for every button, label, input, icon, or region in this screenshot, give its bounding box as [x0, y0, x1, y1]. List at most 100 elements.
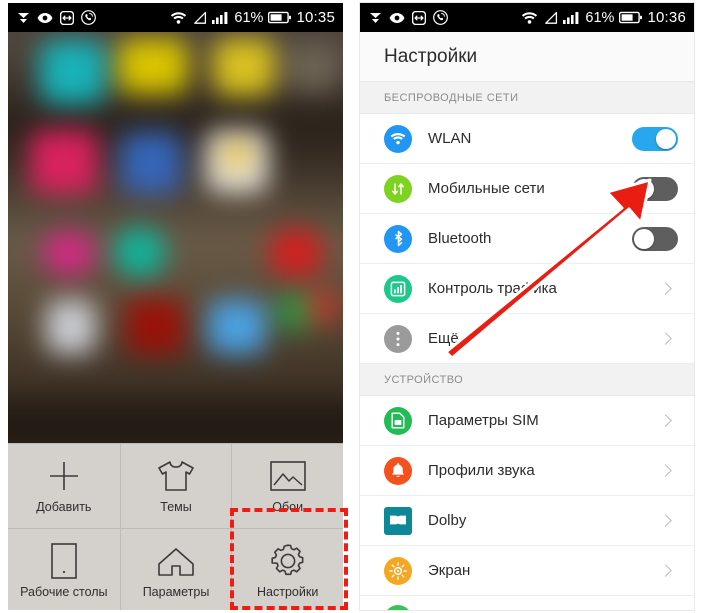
- data-transfer-icon: [412, 10, 426, 25]
- dolby-icon: [384, 506, 412, 535]
- settings-row-display[interactable]: Экран: [360, 546, 694, 596]
- toggle-knob: [656, 128, 676, 149]
- wifi-icon: [522, 11, 538, 24]
- brightness-icon: [384, 556, 412, 585]
- section-header-wireless: БЕСПРОВОДНЫЕ СЕТИ: [360, 82, 694, 114]
- app-icon-blob: [118, 38, 188, 94]
- status-right-icons: 61% 10:35: [170, 9, 335, 26]
- right-status-bar: 61% 10:36: [360, 3, 694, 32]
- device-settings-list: Параметры SIM Профили звука Dolby Экран: [360, 396, 694, 610]
- battery-percent-label: 61%: [585, 9, 615, 26]
- settings-row-label: Dolby: [428, 512, 467, 529]
- chevron-right-icon: [659, 414, 672, 427]
- menu-item-label: Параметры: [142, 585, 210, 599]
- menu-item-add[interactable]: Добавить: [8, 444, 120, 528]
- menu-item-wallpaper[interactable]: Обои: [231, 444, 343, 528]
- wallpaper-blur-layer: [8, 32, 343, 443]
- signal-triangle-icon: [194, 11, 207, 24]
- battery-icon: [619, 11, 643, 24]
- settings-row-dolby[interactable]: Dolby: [360, 496, 694, 546]
- menu-item-parameters[interactable]: Параметры: [119, 528, 232, 610]
- settings-row-sim-settings[interactable]: Параметры SIM: [360, 396, 694, 446]
- menu-row-bottom: Рабочие столы Параметры Настройки: [8, 528, 343, 611]
- eye-icon: [37, 12, 53, 23]
- bell-icon: [384, 456, 412, 485]
- wifi-icon: [171, 11, 187, 24]
- menu-item-settings[interactable]: Настройки: [231, 528, 343, 610]
- chevron-right-icon: [659, 464, 672, 477]
- menu-item-label: Обои: [272, 500, 304, 514]
- signal-bars-icon: [563, 11, 579, 24]
- plus-icon: [46, 458, 82, 494]
- signal-triangle-icon: [545, 11, 558, 24]
- app-icon-blob: [30, 130, 98, 194]
- app-icon-blob: [8, 400, 343, 442]
- status-left-icons: [17, 10, 96, 25]
- screenshot-root: 61% 10:35 Добавить Темы Обои Рабочие сто…: [0, 0, 703, 613]
- partial-green-icon: [384, 604, 412, 610]
- settings-row-sound-profiles[interactable]: Профили звука: [360, 446, 694, 496]
- phone-screens-icon: [51, 543, 77, 579]
- left-phone-screenshot: 61% 10:35 Добавить Темы Обои Рабочие сто…: [0, 0, 351, 613]
- home-screen-wallpaper: [8, 32, 343, 443]
- menu-item-label: Добавить: [36, 500, 92, 514]
- settings-row-more[interactable]: Ещё: [360, 314, 694, 364]
- app-icon-blob: [114, 226, 166, 278]
- tshirt-icon: [157, 458, 195, 494]
- left-status-bar: 61% 10:35: [8, 3, 343, 32]
- right-phone-screenshot: 61% 10:36 Настройки БЕСПРОВОДНЫЕ СЕТИ WL…: [351, 0, 703, 613]
- app-icon-blob: [126, 298, 184, 354]
- menu-row-top: Добавить Темы Обои: [8, 444, 343, 529]
- menu-item-label: Рабочие столы: [20, 585, 108, 599]
- mobile-networks-toggle[interactable]: [632, 176, 678, 201]
- right-phone-frame: 61% 10:36 Настройки БЕСПРОВОДНЫЕ СЕТИ WL…: [360, 3, 694, 610]
- signal-bars-icon: [212, 11, 228, 24]
- battery-percent-label: 61%: [234, 9, 264, 26]
- app-icon-blob: [213, 38, 275, 96]
- clock-label: 10:36: [647, 9, 686, 26]
- eye-icon: [389, 12, 405, 23]
- settings-row-mobile-networks[interactable]: Мобильные сети: [360, 164, 694, 214]
- settings-row-wlan[interactable]: WLAN: [360, 114, 694, 164]
- menu-item-label: Настройки: [257, 585, 319, 599]
- menu-item-themes[interactable]: Темы: [119, 444, 232, 528]
- picture-icon: [269, 458, 306, 494]
- chevron-right-icon: [659, 514, 672, 527]
- page-title: Настройки: [360, 32, 694, 82]
- menu-item-desktops[interactable]: Рабочие столы: [8, 529, 120, 611]
- app-icon-blob: [46, 300, 96, 354]
- app-icon-blob: [120, 132, 182, 194]
- status-right-icons: 61% 10:36: [521, 9, 686, 26]
- home-options-menu: Добавить Темы Обои Рабочие столы Парамет…: [8, 443, 343, 610]
- data-usage-icon: [384, 274, 412, 303]
- download-icon: [18, 12, 29, 23]
- app-icon-blob: [224, 142, 250, 168]
- app-icon-blob: [268, 228, 324, 278]
- settings-row-partial[interactable]: [360, 596, 694, 610]
- wlan-toggle[interactable]: [632, 126, 678, 151]
- gear-icon: [269, 543, 307, 579]
- settings-row-bluetooth[interactable]: Bluetooth: [360, 214, 694, 264]
- settings-row-label: Bluetooth: [428, 230, 492, 247]
- app-icon-blob: [306, 288, 340, 326]
- settings-row-label: Контроль трафика: [428, 280, 557, 297]
- toggle-knob: [634, 228, 654, 249]
- viber-icon: [81, 10, 96, 25]
- settings-row-label: Мобильные сети: [428, 180, 545, 197]
- bluetooth-icon: [384, 224, 412, 253]
- app-icon-blob: [208, 300, 266, 354]
- mobile-data-icon: [384, 174, 412, 203]
- bluetooth-toggle[interactable]: [632, 226, 678, 251]
- battery-icon: [268, 11, 292, 24]
- toggle-knob: [634, 178, 654, 199]
- app-icon-blob: [286, 44, 340, 92]
- section-header-device: УСТРОЙСТВО: [360, 364, 694, 396]
- home-icon: [157, 543, 195, 579]
- sim-card-icon: [384, 406, 412, 435]
- settings-row-label: Экран: [428, 562, 471, 579]
- settings-row-data-usage[interactable]: Контроль трафика: [360, 264, 694, 314]
- chevron-right-icon: [659, 282, 672, 295]
- data-transfer-icon: [60, 10, 74, 25]
- chevron-right-icon: [659, 564, 672, 577]
- chevron-right-icon: [659, 332, 672, 345]
